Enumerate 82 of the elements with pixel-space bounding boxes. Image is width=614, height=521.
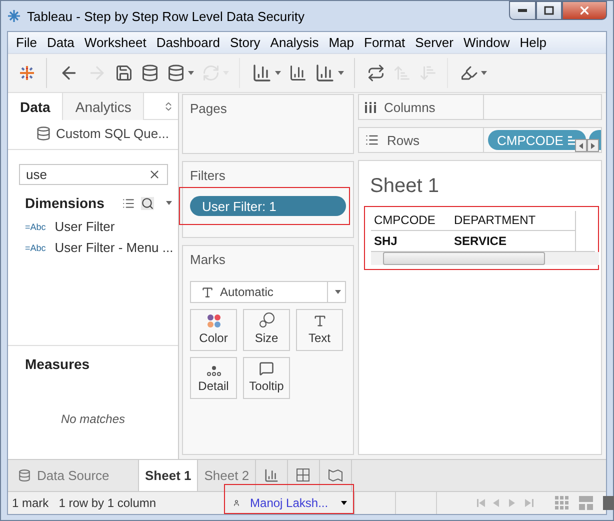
sort-toggle-icon[interactable] xyxy=(163,100,174,112)
shelf-title: Pages xyxy=(190,101,228,116)
caret-icon xyxy=(591,142,595,148)
text-icon xyxy=(312,314,326,328)
view-size-icon[interactable] xyxy=(555,496,614,510)
menu-item[interactable]: Server xyxy=(410,35,458,50)
text-icon xyxy=(201,286,214,298)
caret-icon xyxy=(188,71,194,75)
pane-tab[interactable]: Data xyxy=(8,93,64,120)
scroll-left-button[interactable] xyxy=(575,139,587,152)
mark-property-button[interactable]: Size xyxy=(243,309,290,351)
caret-icon[interactable] xyxy=(166,201,172,205)
list-view-icon[interactable] xyxy=(122,196,135,210)
menu-item[interactable]: Worksheet xyxy=(79,35,152,50)
minimize-icon xyxy=(518,9,527,12)
scroll-right-button[interactable] xyxy=(587,139,599,152)
mark-property-button[interactable]: Text xyxy=(296,309,343,351)
logo-icon xyxy=(18,64,36,82)
tooltip-icon xyxy=(259,361,274,376)
shelf-title: Filters xyxy=(190,168,226,183)
database-icon xyxy=(18,469,31,482)
menu-item[interactable]: Window xyxy=(458,35,515,50)
horizontal-scrollbar[interactable] xyxy=(371,252,599,265)
menu-item[interactable]: Data xyxy=(42,35,80,50)
field-name[interactable]: User Filter - Menu ... xyxy=(54,240,174,255)
mark-property-button[interactable]: Detail xyxy=(190,357,237,399)
search-field[interactable]: use xyxy=(19,164,168,185)
field-type-label: =Abc xyxy=(25,242,46,252)
close-button[interactable] xyxy=(562,1,607,20)
app-logo-icon xyxy=(7,9,21,23)
columns-icon xyxy=(365,102,376,112)
pane-tab[interactable]: Analytics xyxy=(63,93,144,120)
close-icon xyxy=(578,4,591,17)
datasource-name[interactable]: Custom SQL Que... xyxy=(56,126,169,141)
user-dropdown[interactable]: Manoj Laksh... xyxy=(225,492,354,513)
menu-item[interactable]: Help xyxy=(514,35,552,50)
shelf-title: Marks xyxy=(190,252,226,267)
highlighter-icon xyxy=(460,64,478,82)
menu-item[interactable]: File xyxy=(11,35,42,50)
menu-item[interactable]: Dashboard xyxy=(151,35,225,50)
marks-count: 1 mark xyxy=(11,496,50,510)
column-header: DEPARTMENT xyxy=(451,211,575,231)
menu-item[interactable]: Analysis xyxy=(265,35,324,50)
mark-property-button[interactable]: Color xyxy=(190,309,237,351)
field-name[interactable]: User Filter xyxy=(54,219,115,234)
menu-item[interactable]: Format xyxy=(359,35,410,50)
menu-item[interactable]: Story xyxy=(224,35,266,50)
maximize-button[interactable] xyxy=(536,1,562,20)
detail-dots-icon xyxy=(206,366,220,376)
size-circles-icon xyxy=(258,312,274,328)
chart-icon xyxy=(264,468,280,483)
caret-icon xyxy=(335,290,341,294)
column-header: CMPCODE xyxy=(371,211,451,231)
section-heading: Measures xyxy=(25,356,91,372)
minimize-button[interactable] xyxy=(509,1,536,20)
shelf-title: Rows xyxy=(387,132,420,148)
datasource-icon xyxy=(36,126,51,141)
field-type-label: =Abc xyxy=(25,222,46,232)
clear-icon[interactable] xyxy=(148,168,161,181)
color-dots-icon xyxy=(206,314,220,328)
mark-property-button[interactable]: Tooltip xyxy=(243,357,290,399)
table-size: 1 row by 1 column xyxy=(58,496,158,510)
caret-icon xyxy=(481,71,487,75)
search-icon[interactable] xyxy=(141,196,154,210)
menu-item[interactable]: Map xyxy=(324,35,359,50)
window-title: Tableau - Step by Step Row Level Data Security xyxy=(27,8,306,24)
swap-icon xyxy=(367,64,385,82)
section-heading: Dimensions xyxy=(25,195,106,211)
rows-icon xyxy=(365,133,379,147)
shelf-title: Columns xyxy=(384,100,436,114)
sheet-title: Sheet 1 xyxy=(370,175,440,198)
empty-message: No matches xyxy=(60,412,126,426)
maximize-icon xyxy=(544,6,554,15)
caret-icon xyxy=(275,71,281,75)
mark-type-dropdown[interactable]: Automatic xyxy=(190,281,346,303)
save-icon xyxy=(115,64,133,82)
caret-icon xyxy=(338,71,344,75)
caret-icon xyxy=(341,500,348,504)
grid-icon xyxy=(296,468,312,483)
sheet-tab[interactable]: Sheet 1 xyxy=(139,460,198,491)
filter-pill[interactable]: User Filter: 1 xyxy=(190,196,346,216)
caret-icon xyxy=(579,142,583,148)
